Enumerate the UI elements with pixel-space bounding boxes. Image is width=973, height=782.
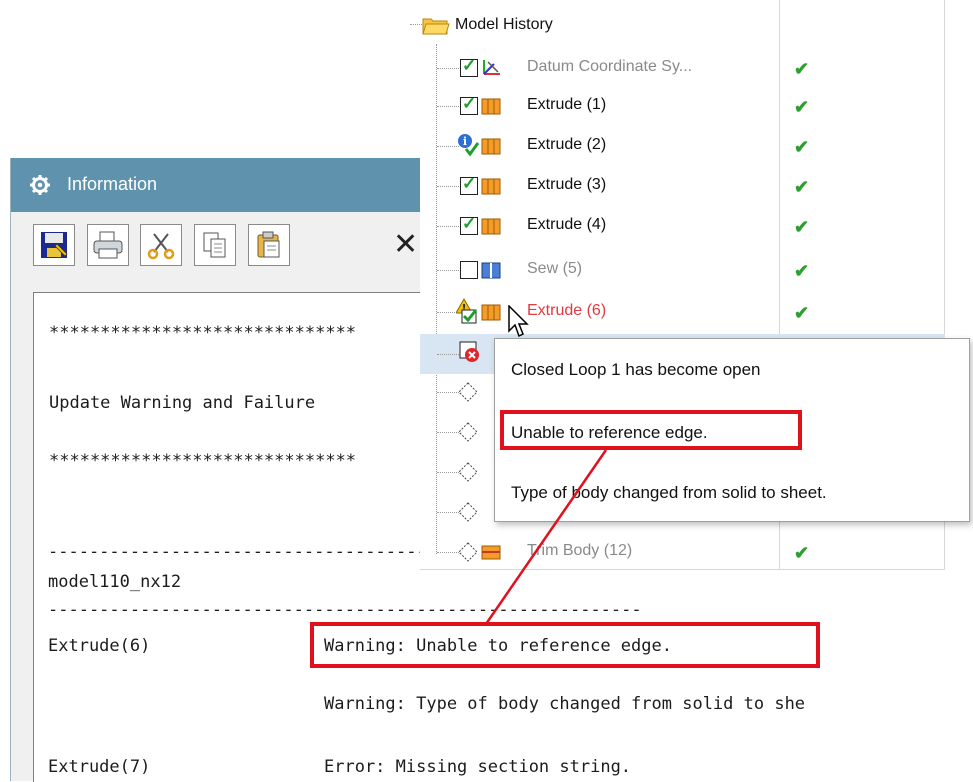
annotation-connector-line [484, 449, 608, 625]
mouse-cursor-icon [508, 305, 529, 338]
